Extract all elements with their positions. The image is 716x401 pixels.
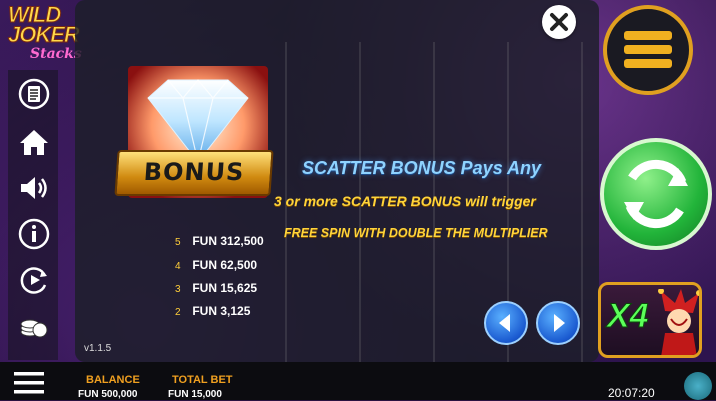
pay-amount: FUN 62,500 bbox=[192, 258, 258, 272]
hamburger-icon bbox=[14, 372, 44, 394]
pay-row: 2 FUN 3,125 bbox=[175, 304, 250, 320]
scatter-title: SCATTER BONUS Pays Any bbox=[302, 158, 542, 178]
next-page-button[interactable] bbox=[536, 301, 580, 345]
provider-badge bbox=[684, 372, 712, 400]
spin-icon bbox=[624, 159, 688, 229]
pay-row: 5 FUN 312,500 bbox=[175, 234, 264, 250]
pay-row: 4 FUN 62,500 bbox=[175, 258, 257, 274]
paytable-icon[interactable] bbox=[18, 78, 50, 110]
coins-icon[interactable] bbox=[18, 310, 50, 342]
prev-page-button[interactable] bbox=[484, 301, 528, 345]
total-bet-label: TOTAL BET bbox=[172, 374, 233, 386]
bonus-badge: BONUS bbox=[114, 150, 274, 196]
logo-line-3: Stacks bbox=[30, 46, 82, 62]
joker-icon bbox=[658, 289, 699, 355]
pay-count: 5 bbox=[175, 237, 181, 248]
pay-amount: FUN 312,500 bbox=[192, 234, 264, 248]
pay-row: 3 FUN 15,625 bbox=[175, 281, 257, 297]
multiplier-label: X4 bbox=[607, 297, 650, 336]
version-label: v1.1.5 bbox=[84, 343, 112, 354]
scatter-trigger-text: 3 or more SCATTER BONUS will trigger bbox=[274, 193, 536, 209]
pay-count: 3 bbox=[175, 284, 181, 295]
sound-icon[interactable] bbox=[18, 172, 50, 204]
logo-line-2: JOKER bbox=[8, 22, 81, 48]
menu-button[interactable] bbox=[603, 5, 693, 95]
home-icon[interactable] bbox=[18, 126, 50, 158]
info-icon[interactable] bbox=[18, 218, 50, 250]
bonus-badge-label: BONUS bbox=[142, 158, 246, 186]
multiplier-feature-button[interactable]: X4 bbox=[598, 282, 702, 358]
spin-button[interactable] bbox=[600, 138, 712, 250]
close-button[interactable] bbox=[542, 5, 576, 39]
clock: 20:07:20 bbox=[608, 386, 655, 400]
bottom-menu-button[interactable] bbox=[12, 370, 46, 396]
arrow-right-icon bbox=[554, 314, 565, 332]
pay-amount: FUN 15,625 bbox=[192, 281, 258, 295]
balance-value: FUN 500,000 bbox=[78, 389, 138, 400]
sidebar bbox=[8, 70, 58, 360]
free-spin-text: FREE SPIN WITH DOUBLE THE MULTIPLIER bbox=[284, 226, 548, 240]
hamburger-icon bbox=[624, 31, 672, 68]
game-logo: WILD JOKER Stacks bbox=[6, 2, 81, 66]
total-bet-value: FUN 15,000 bbox=[168, 389, 222, 400]
close-icon bbox=[550, 13, 568, 31]
pay-count: 2 bbox=[175, 307, 181, 318]
balance-label: BALANCE bbox=[86, 374, 140, 386]
arrow-left-icon bbox=[499, 314, 510, 332]
autoplay-icon[interactable] bbox=[18, 264, 50, 296]
bottom-bar: BALANCE FUN 500,000 TOTAL BET FUN 15,000… bbox=[0, 362, 716, 400]
pay-amount: FUN 3,125 bbox=[192, 304, 251, 318]
pay-count: 4 bbox=[175, 261, 181, 272]
